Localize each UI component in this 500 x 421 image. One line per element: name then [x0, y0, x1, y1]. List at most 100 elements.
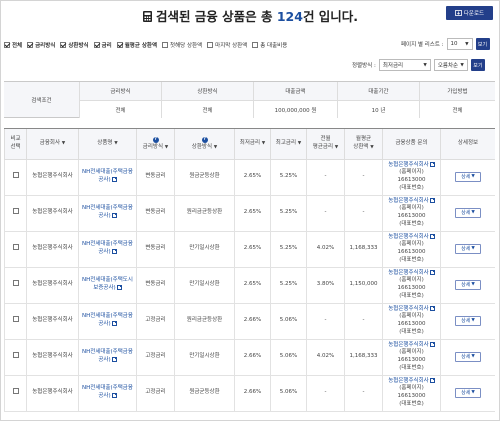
repay-type-cell: 만기일시상환: [174, 338, 235, 376]
inquiry-phone-label: (대표번호): [399, 328, 424, 335]
sort-order-value: 오름차순: [437, 63, 459, 69]
col-company[interactable]: 금융회사 ▼: [26, 129, 79, 160]
col-product[interactable]: 상품명 ▼: [78, 129, 137, 160]
condition-header-amount: 대출금액: [253, 82, 337, 100]
checkbox-icon[interactable]: [4, 42, 10, 48]
filter-checkbox-7[interactable]: 총 대출비용: [252, 41, 287, 49]
inquiry-homepage-label: (홈페이지): [399, 277, 424, 284]
question-icon[interactable]: ?: [201, 137, 208, 144]
inquiry-homepage-link[interactable]: 농협은행주식회사: [388, 233, 435, 240]
checkbox-icon[interactable]: [60, 42, 67, 48]
sort-field-select[interactable]: 최저금리 ▼: [378, 59, 431, 71]
compare-checkbox[interactable]: [12, 280, 19, 287]
product-link[interactable]: NH전세대출(주택금융공사): [82, 169, 133, 183]
compare-checkbox[interactable]: [12, 244, 19, 251]
detail-button[interactable]: 상세 ▼: [455, 172, 481, 182]
product-link[interactable]: NH전세대출(주택금융공사): [82, 205, 133, 219]
inquiry-homepage-link[interactable]: 농협은행주식회사: [388, 269, 435, 276]
checkbox-icon[interactable]: [116, 42, 123, 48]
filter-checkbox-4[interactable]: 월평균 상환액: [116, 41, 157, 49]
sort-control: 정렬방식 : 최저금리 ▼ 오름차순 ▼ 보기: [352, 59, 485, 71]
col-company-label: 금융회사: [39, 140, 61, 147]
checkbox-icon[interactable]: [93, 42, 100, 48]
per-page-view-button[interactable]: 보기: [475, 38, 490, 50]
col-rate-type[interactable]: ? 금리방식 ▼: [136, 129, 175, 160]
product-link[interactable]: NH전세대출(주택도시보증공사): [82, 277, 133, 291]
condition-header-rate-type: 금리방식: [79, 82, 161, 100]
inquiry-cell: 농협은행주식회사 (홈페이지) 16613000 (대표번호): [382, 266, 441, 304]
table-row: 농협은행주식회사 NH전세대출(주택금융공사) 변동금리 원금균등상환 2.65% 5.2…: [4, 158, 495, 196]
detail-button[interactable]: 상세 ▼: [455, 388, 481, 398]
inquiry-homepage-link[interactable]: 농협은행주식회사: [388, 341, 435, 348]
external-link-icon: [111, 393, 117, 398]
detail-button[interactable]: 상세 ▼: [455, 316, 481, 326]
product-link[interactable]: NH전세대출(주택금융공사): [82, 349, 133, 363]
col-min-rate[interactable]: 최저금리 ▼: [234, 129, 271, 160]
checkbox-icon[interactable]: [207, 42, 214, 48]
col-rate-type-label: 금리방식: [142, 143, 164, 150]
compare-checkbox[interactable]: [12, 388, 19, 395]
product-link[interactable]: NH전세대출(주택금융공사): [82, 241, 133, 255]
per-page-view-label: 보기: [477, 41, 488, 48]
col-detail: 상세정보: [440, 129, 495, 160]
sort-order-select[interactable]: 오름차순 ▼: [433, 59, 468, 71]
compare-checkbox[interactable]: [12, 316, 19, 323]
filter-label: 마지막 상환액: [215, 43, 248, 49]
filter-label: 금리: [101, 43, 112, 49]
checkbox-icon[interactable]: [162, 42, 169, 48]
max-rate-cell: 5.06%: [270, 374, 307, 412]
filter-checkbox-0[interactable]: 전체: [4, 41, 22, 49]
download-button[interactable]: 다운로드: [446, 6, 493, 20]
filter-checkbox-6[interactable]: 마지막 상환액: [207, 41, 247, 49]
inquiry-cell: 농협은행주식회사 (홈페이지) 16613000 (대표번호): [382, 374, 441, 412]
product-link[interactable]: NH전세대출(주택금융공사): [82, 385, 133, 399]
condition-value-amount: 100,000,000 원: [253, 100, 337, 118]
chevron-down-icon: ▼: [471, 353, 475, 359]
detail-button[interactable]: 상세 ▼: [455, 352, 481, 362]
monthly-cell: -: [344, 374, 383, 412]
sort-down-icon: ▼: [213, 144, 218, 150]
detail-cell: 상세 ▼: [440, 374, 495, 412]
compare-cell: [4, 230, 27, 268]
question-icon[interactable]: ?: [152, 137, 159, 144]
checkbox-icon[interactable]: [27, 42, 34, 48]
checkbox-icon[interactable]: [252, 42, 259, 48]
filter-checkbox-3[interactable]: 금리: [93, 41, 112, 49]
filter-checkbox-2[interactable]: 상환방식: [60, 41, 89, 49]
filter-checkbox-1[interactable]: 금리방식: [27, 41, 55, 49]
compare-checkbox[interactable]: [12, 172, 19, 179]
product-name: NH전세대출(주택금융공사): [82, 349, 133, 363]
chevron-down-icon: ▼: [460, 62, 464, 68]
detail-button[interactable]: 상세 ▼: [455, 244, 481, 254]
inquiry-homepage-link[interactable]: 농협은행주식회사: [388, 161, 435, 168]
detail-button[interactable]: 상세 ▼: [455, 280, 481, 290]
col-compare: 비교 선택: [4, 129, 27, 160]
filter-label: 금리방식: [35, 43, 56, 49]
inquiry-homepage-link[interactable]: 농협은행주식회사: [388, 197, 435, 204]
table-row: 농협은행주식회사 NH전세대출(주택금융공사) 고정금리 만기일시상환 2.66% 5.0…: [4, 338, 495, 376]
sort-view-button[interactable]: 보기: [470, 59, 485, 71]
col-avg-rate[interactable]: 전월 평균금리 ▼: [306, 129, 345, 160]
inquiry-homepage-link[interactable]: 농협은행주식회사: [388, 305, 435, 312]
repay-type-cell: 원금균등상환: [174, 158, 235, 196]
company-cell: 농협은행주식회사: [26, 194, 79, 232]
detail-label: 상세: [461, 389, 471, 396]
sort-down-icon: ▼: [334, 144, 339, 150]
col-monthly[interactable]: 월평균 상환액 ▼: [344, 129, 383, 160]
product-link[interactable]: NH전세대출(주택금융공사): [82, 313, 133, 327]
filter-checkbox-5[interactable]: 첫해당 상환액: [162, 41, 202, 49]
inquiry-company: 농협은행주식회사: [388, 341, 429, 348]
external-link-icon: [111, 357, 117, 362]
monthly-cell: -: [344, 302, 383, 340]
external-link-icon: [429, 377, 435, 383]
detail-button[interactable]: 상세 ▼: [455, 208, 481, 218]
per-page-select[interactable]: 10 ▼: [446, 38, 473, 50]
inquiry-homepage-link[interactable]: 농협은행주식회사: [388, 377, 435, 384]
col-max-rate[interactable]: 최고금리 ▼: [270, 129, 307, 160]
compare-checkbox[interactable]: [12, 352, 19, 359]
inquiry-cell: 농협은행주식회사 (홈페이지) 16613000 (대표번호): [382, 302, 441, 340]
sort-down-icon: ▼: [164, 144, 169, 150]
col-repay-type[interactable]: ? 상환방식 ▼: [174, 129, 235, 160]
compare-checkbox[interactable]: [12, 208, 19, 215]
product-name: NH전세대출(주택금융공사): [82, 205, 133, 219]
